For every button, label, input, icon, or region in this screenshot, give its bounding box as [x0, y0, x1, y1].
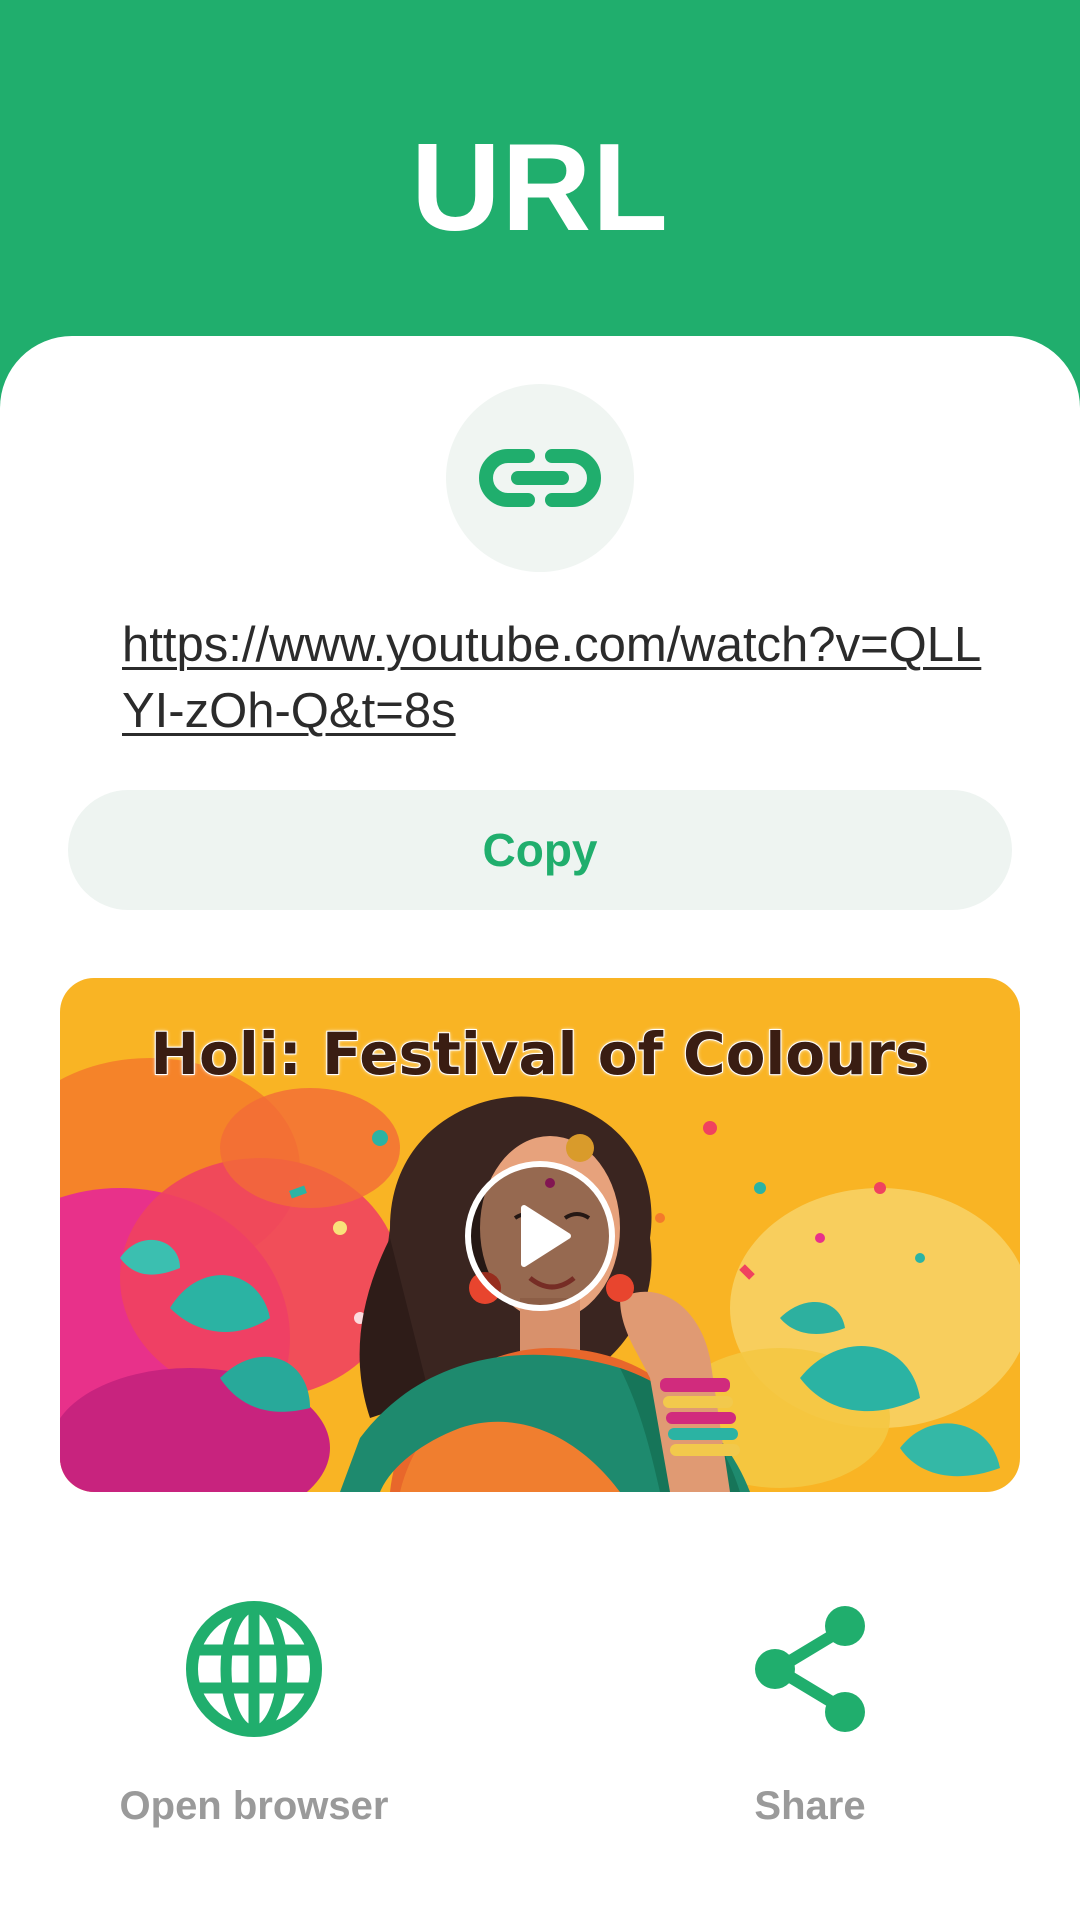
video-thumbnail[interactable]: Holi: Festival of Colours — [60, 978, 1020, 1492]
copy-button[interactable]: Copy — [68, 790, 1012, 910]
link-icon — [479, 449, 601, 507]
video-title: Holi: Festival of Colours — [149, 1019, 930, 1089]
globe-icon — [186, 1601, 322, 1737]
play-icon[interactable] — [462, 1158, 618, 1314]
share-button[interactable]: Share — [660, 1600, 960, 1829]
open-browser-button[interactable]: Open browser — [104, 1600, 404, 1829]
share-label: Share — [754, 1784, 866, 1828]
link-icon-badge — [446, 384, 634, 572]
url-result-screen: URL https://www.youtube.com/watch?v=QLLY… — [0, 0, 1080, 1920]
copy-button-label: Copy — [482, 824, 598, 876]
url-link[interactable]: https://www.youtube.com/watch?v=QLLYI-zO… — [122, 612, 982, 744]
share-icon — [755, 1606, 865, 1732]
page-title: URL — [411, 119, 669, 257]
open-browser-label: Open browser — [119, 1784, 389, 1828]
